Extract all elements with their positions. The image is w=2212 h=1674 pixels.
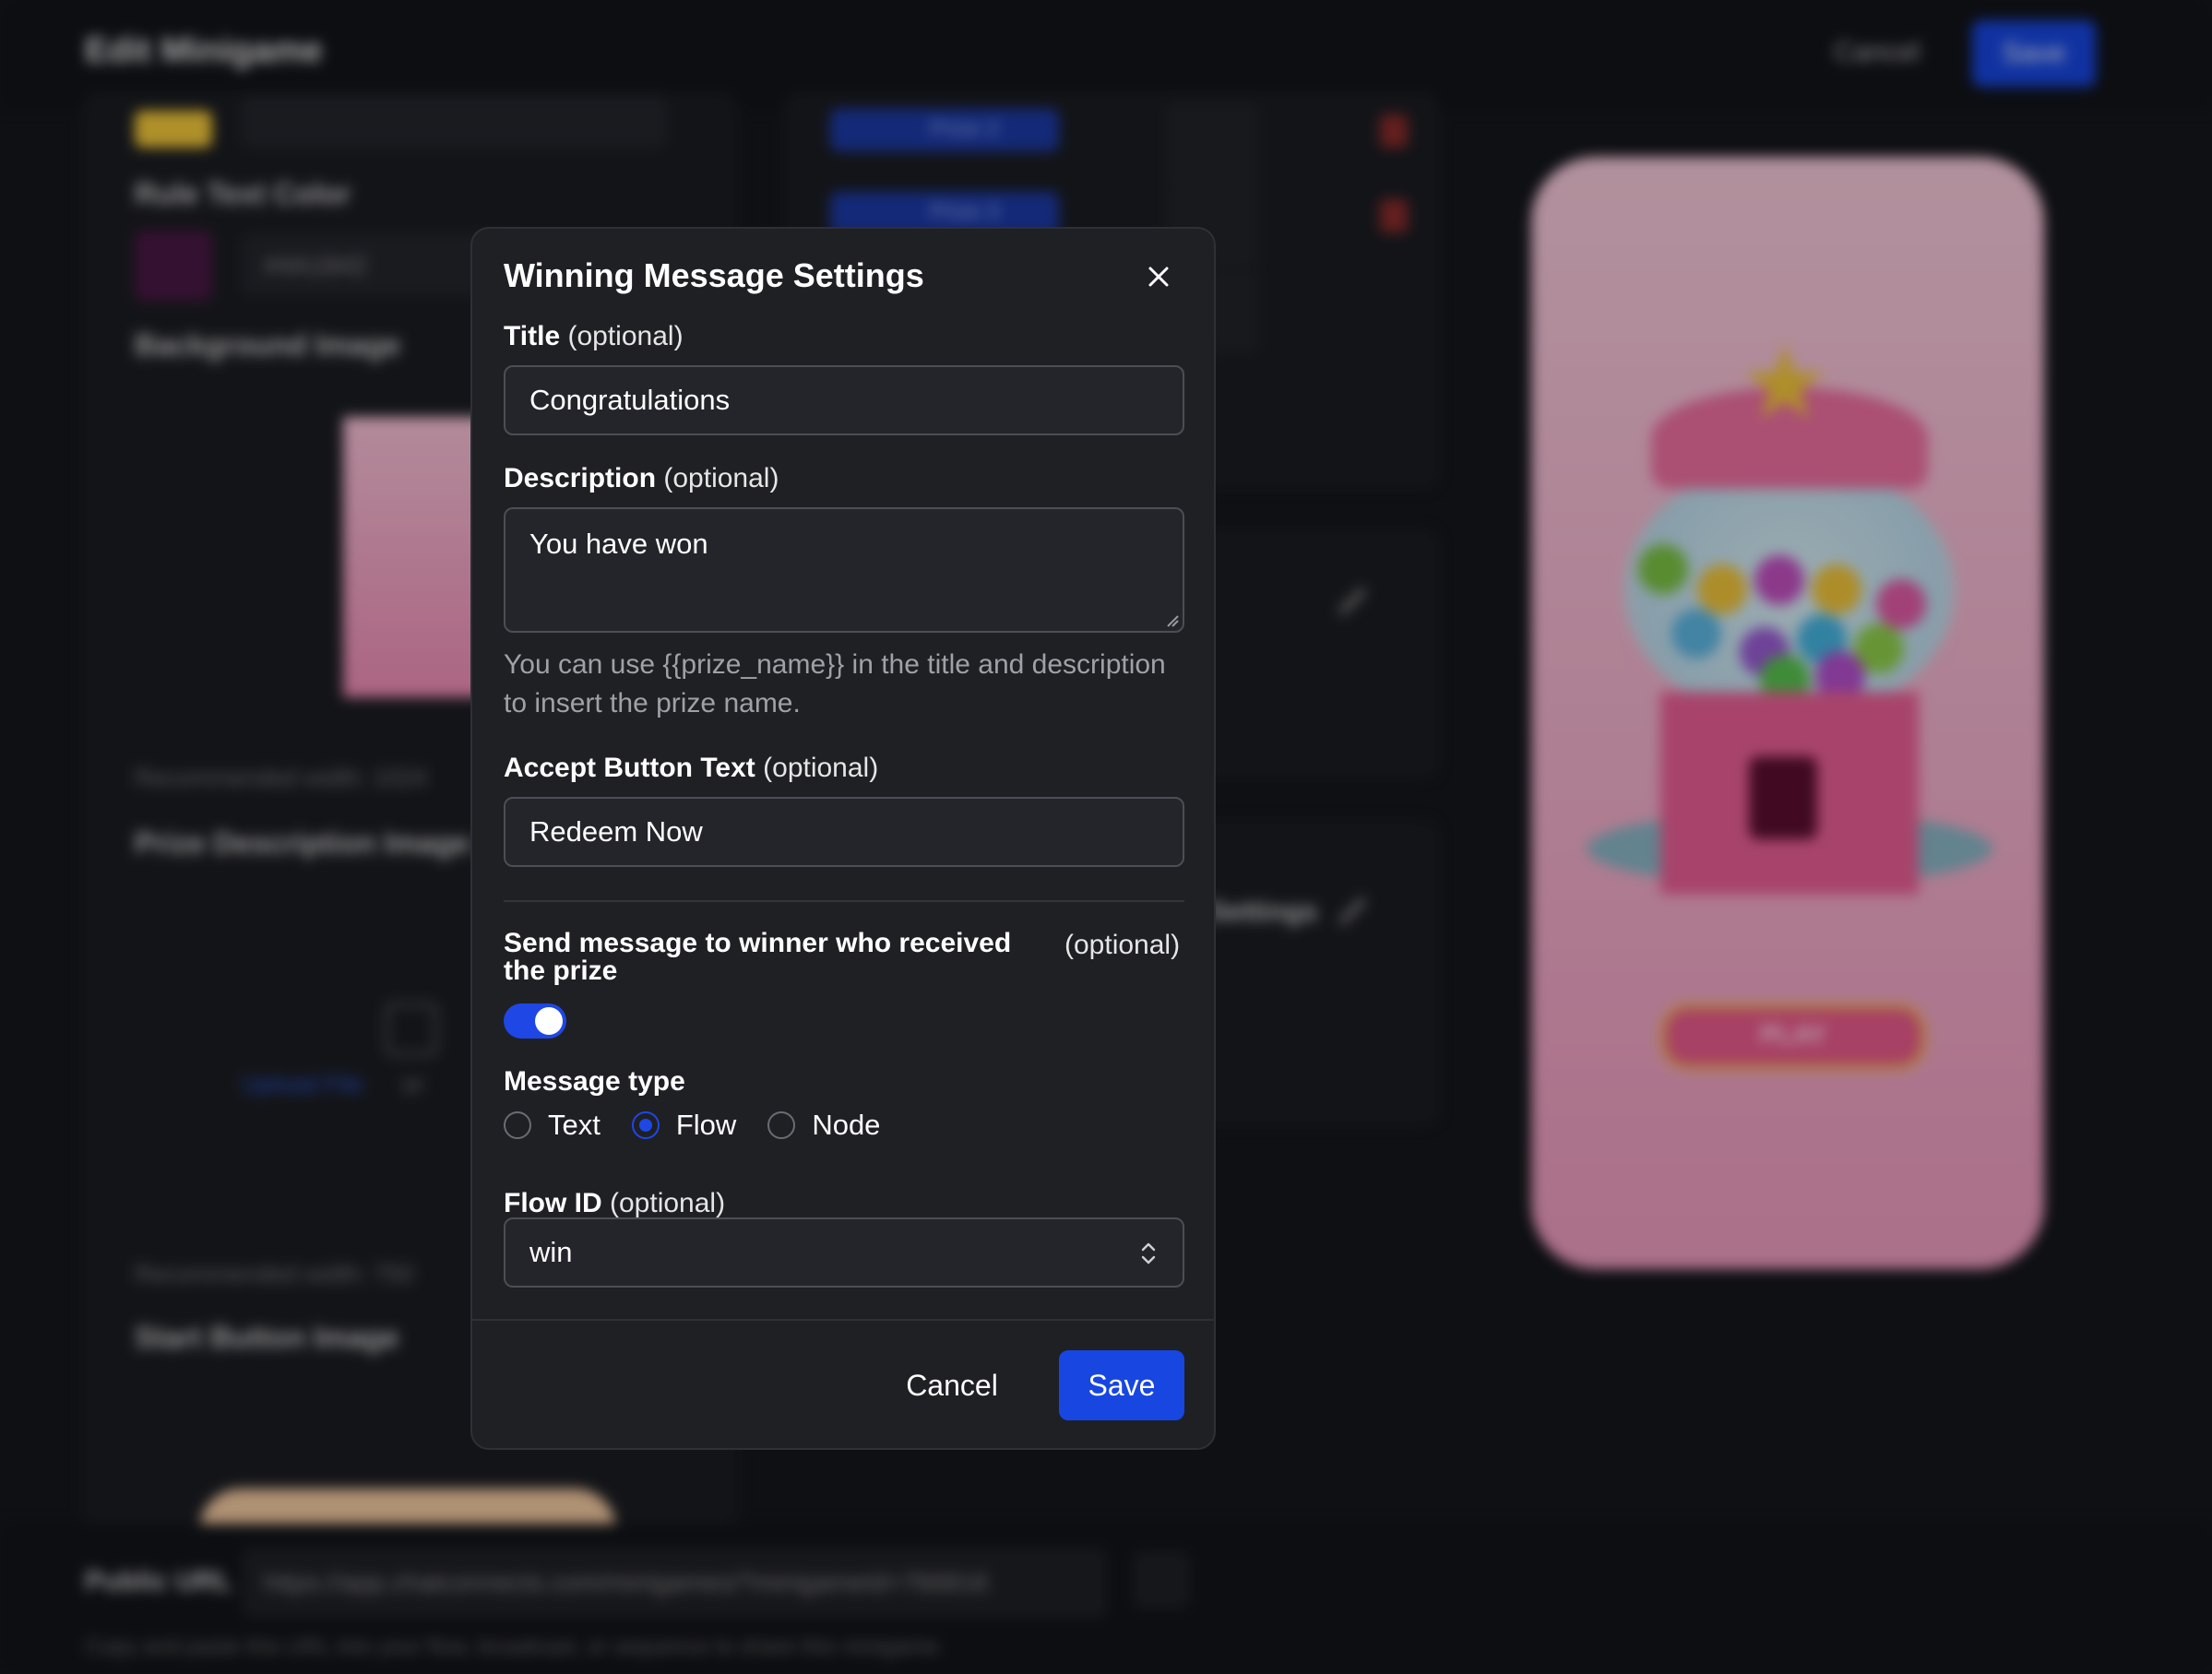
prize-name-hint: You can use {{prize_name}} in the title … (504, 649, 1166, 718)
description-textarea[interactable]: You have won (504, 507, 1184, 633)
optional-tag: (optional) (763, 753, 879, 783)
title-input-value: Congratulations (529, 384, 731, 416)
close-icon[interactable] (1140, 258, 1177, 295)
footer-divider (472, 1319, 1214, 1321)
radio-text[interactable]: Text (504, 1109, 601, 1142)
message-type-label: Message type (504, 1066, 685, 1097)
radio-label: Node (812, 1109, 881, 1141)
radio-circle-icon (504, 1111, 531, 1139)
dialog-title: Winning Message Settings (504, 256, 924, 294)
accept-button-text-input[interactable]: Redeem Now (504, 797, 1184, 867)
radio-flow[interactable]: Flow (631, 1109, 737, 1142)
flow-id-label-text: Flow ID (504, 1188, 602, 1218)
accept-label-text: Accept Button Text (504, 753, 755, 783)
accept-button-field-label: Accept Button Text (optional) (504, 753, 878, 784)
optional-tag: (optional) (567, 321, 684, 351)
radio-node[interactable]: Node (767, 1109, 880, 1142)
message-type-radio-group: Text Flow Node (504, 1109, 911, 1142)
winning-message-dialog: Winning Message Settings Title (optional… (470, 227, 1216, 1450)
flow-id-select[interactable]: win (504, 1217, 1184, 1288)
description-label-text: Description (504, 463, 657, 493)
send-message-label: Send message to winner who received the … (504, 928, 1012, 986)
optional-tag: (optional) (1064, 930, 1181, 960)
save-button[interactable]: Save (1059, 1350, 1184, 1420)
divider (504, 900, 1184, 902)
optional-tag: (optional) (610, 1188, 726, 1218)
description-textarea-value: You have won (529, 528, 708, 560)
radio-label: Flow (675, 1109, 737, 1141)
chevron-up-down-icon (1141, 1242, 1156, 1264)
title-input[interactable]: Congratulations (504, 365, 1184, 435)
accept-button-text-value: Redeem Now (529, 815, 703, 848)
radio-label: Text (548, 1109, 601, 1141)
optional-tag: (optional) (663, 463, 779, 493)
title-label-text: Title (504, 321, 561, 351)
radio-circle-icon (767, 1111, 796, 1139)
radio-selected-icon (631, 1111, 660, 1139)
toggle-knob (535, 1007, 563, 1035)
description-field-label: Description (optional) (504, 463, 779, 494)
flow-id-value: win (529, 1236, 573, 1268)
resize-handle-icon[interactable] (1166, 614, 1179, 627)
flow-id-label: Flow ID (optional) (504, 1188, 725, 1219)
send-message-toggle[interactable] (504, 1003, 566, 1039)
title-field-label: Title (optional) (504, 321, 684, 352)
cancel-button[interactable]: Cancel (897, 1350, 1007, 1420)
